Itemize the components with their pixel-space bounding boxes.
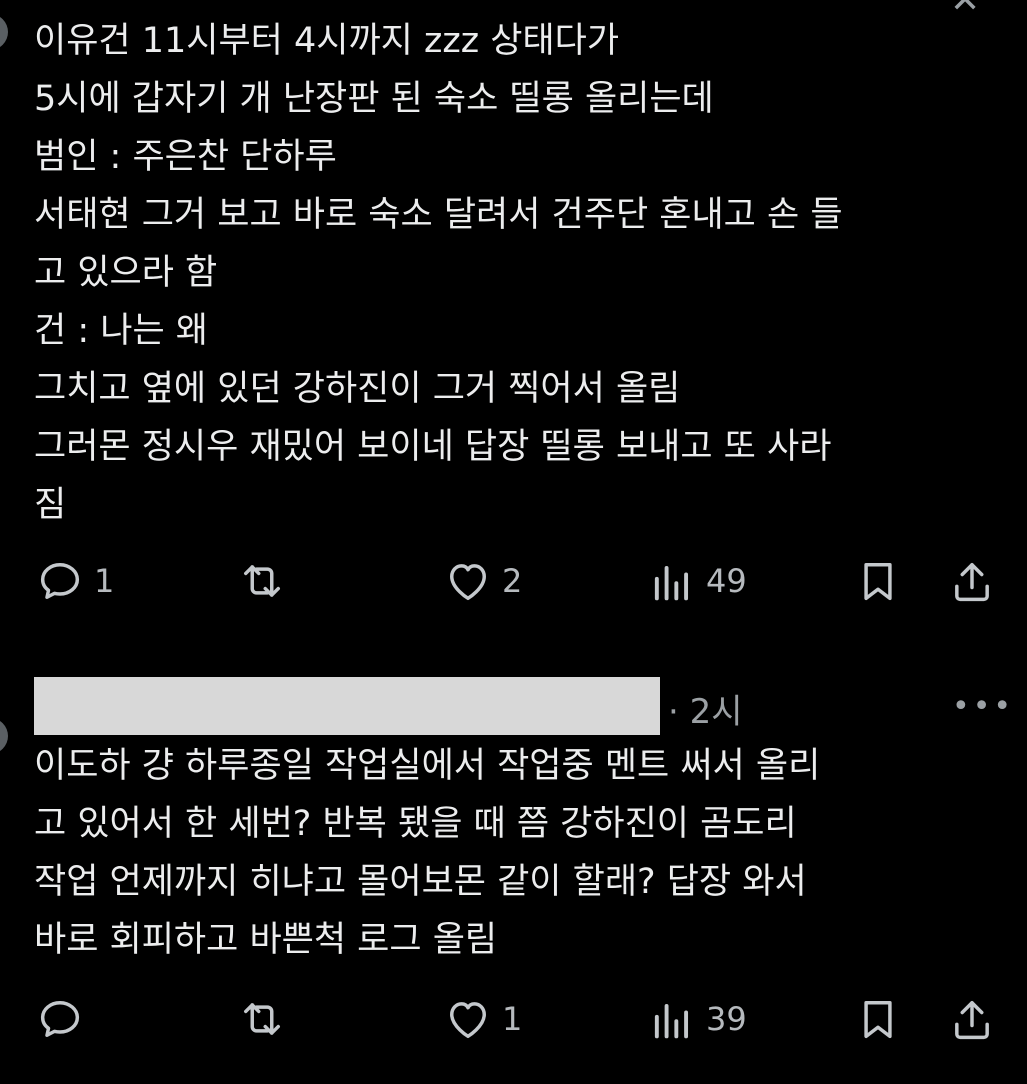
post-line: 고 있어서 한 세번? 반복 됐을 때 쯤 강하진이 곰도리	[34, 804, 797, 844]
views-button[interactable]: 39	[646, 994, 747, 1044]
post-line: 그치고 옆에 있던 강하진이 그거 찍어서 올림	[34, 369, 681, 409]
avatar[interactable]	[0, 718, 8, 754]
reply-button[interactable]	[34, 994, 94, 1044]
views-icon	[654, 1004, 689, 1039]
reply-count: 1	[94, 562, 115, 600]
like-button[interactable]: 1	[442, 994, 522, 1044]
views-icon	[654, 566, 689, 601]
post-text: 이도하 걍 하루종일 작업실에서 작업중 멘트 써서 올리 고 있어서 한 세번…	[34, 737, 1004, 969]
post-line: 그러몬 정시우 재밌어 보이네 답장 띨롱 보내고 또 사라	[34, 427, 832, 467]
post-line: 범인 : 주은찬 단하루	[34, 137, 337, 177]
post-line: 고 있으라 함	[34, 253, 218, 293]
like-button[interactable]: 2	[442, 556, 522, 606]
like-count: 1	[502, 1000, 523, 1038]
post-text: 이유건 11시부터 4시까지 zzz 상태다가 5시에 갑자기 개 난장판 된 …	[34, 12, 1004, 534]
repost-icon	[244, 1003, 280, 1035]
post-line: 건 : 나는 왜	[34, 311, 208, 351]
post-line: 5시에 갑자기 개 난장판 된 숙소 띨롱 올리는데	[34, 79, 714, 119]
like-icon	[450, 1002, 486, 1039]
bookmark-button[interactable]	[852, 994, 904, 1044]
reply-icon	[40, 563, 80, 599]
share-button[interactable]	[946, 994, 998, 1044]
post-line: 이도하 걍 하루종일 작업실에서 작업중 멘트 써서 올리	[34, 746, 821, 786]
post-line: 작업 언제까지 히냐고 몰어보몬 같이 할래? 답장 와서	[34, 862, 807, 902]
avatar[interactable]	[0, 14, 8, 50]
more-options-icon[interactable]: •••	[952, 689, 1014, 724]
share-button[interactable]	[946, 556, 998, 606]
post-time[interactable]: · 2시	[668, 684, 743, 733]
post-line: 이유건 11시부터 4시까지 zzz 상태다가	[34, 21, 620, 61]
like-count: 2	[502, 562, 523, 600]
repost-icon	[244, 565, 280, 597]
post-line: 서태현 그거 보고 바로 숙소 달려서 건주단 혼내고 손 들	[34, 195, 843, 235]
post-line: 바로 회피하고 바쁜척 로그 올림	[34, 920, 498, 960]
bookmark-button[interactable]	[852, 556, 904, 606]
views-count: 39	[706, 1000, 747, 1038]
views-count: 49	[706, 562, 747, 600]
share-icon	[955, 1001, 989, 1040]
redacted-username[interactable]	[34, 677, 660, 735]
share-icon	[955, 563, 989, 602]
views-button[interactable]: 49	[646, 556, 747, 606]
repost-button[interactable]	[236, 556, 288, 606]
reply-icon	[40, 1001, 80, 1037]
action-bar: 1 39	[0, 994, 1027, 1044]
like-icon	[450, 564, 486, 601]
post-line: 짐	[34, 485, 67, 525]
reply-button[interactable]: 1	[34, 556, 114, 606]
action-bar: 1 2 49	[0, 556, 1027, 606]
bookmark-icon	[864, 563, 892, 601]
bookmark-icon	[864, 1001, 892, 1039]
repost-button[interactable]	[236, 994, 288, 1044]
